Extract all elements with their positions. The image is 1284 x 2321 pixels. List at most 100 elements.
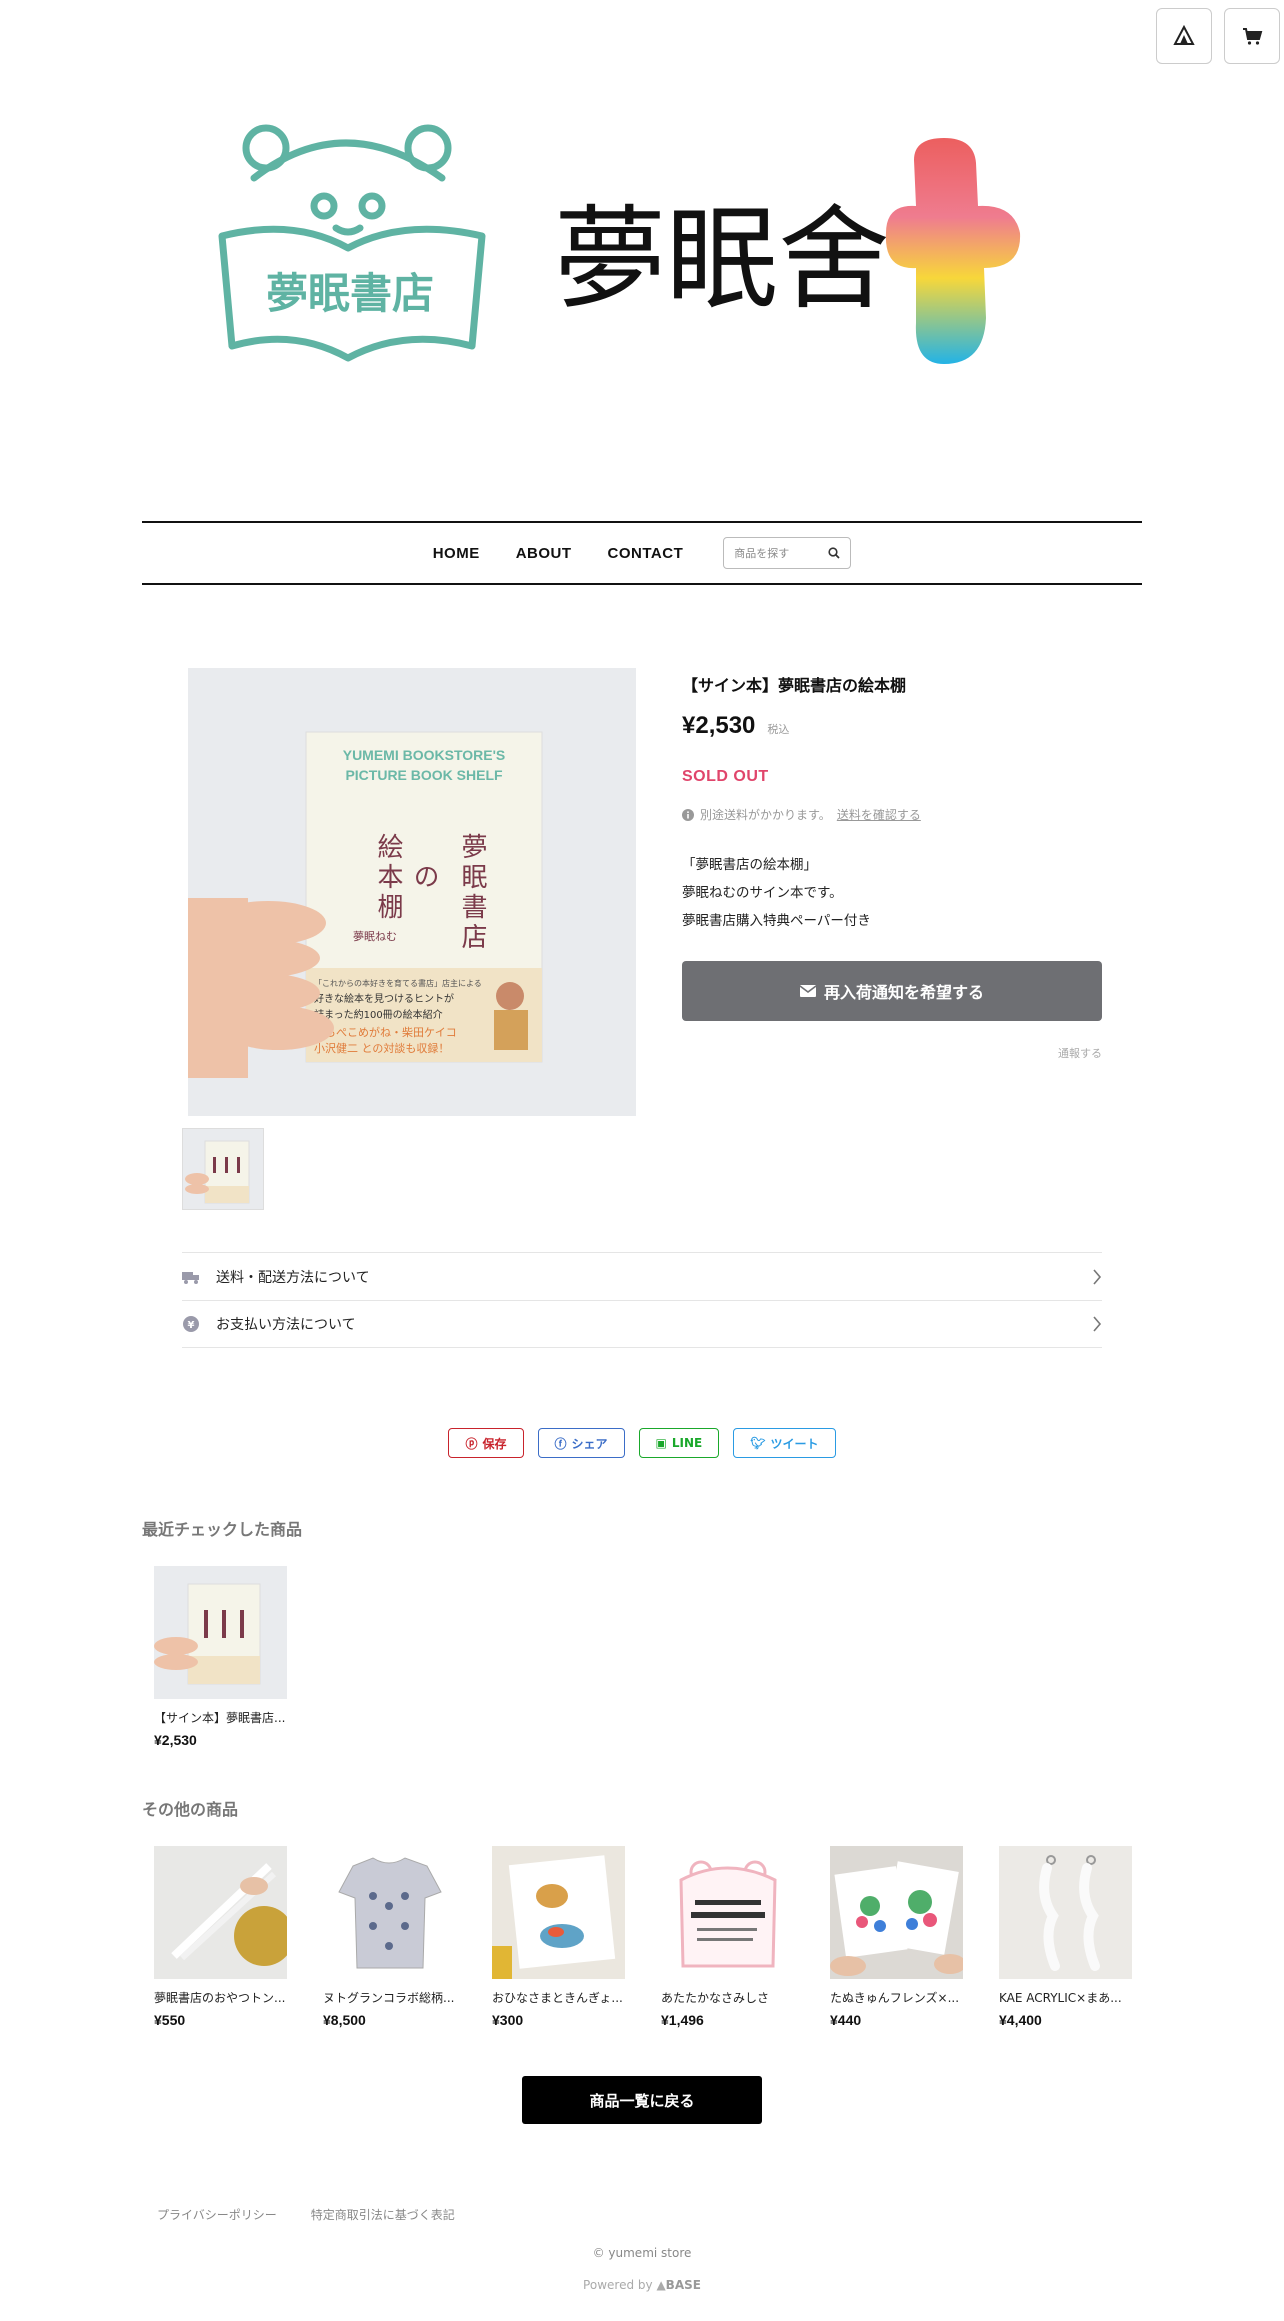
search-placeholder: 商品を探す bbox=[734, 547, 790, 560]
nav-about[interactable]: ABOUT bbox=[516, 545, 572, 562]
tax-label: 税込 bbox=[767, 723, 790, 736]
nav-contact[interactable]: CONTACT bbox=[608, 545, 684, 562]
book-band-3: 詰まった約100冊の絵本紹介 bbox=[314, 1008, 443, 1021]
twitter-label: ツイート bbox=[770, 1436, 819, 1451]
chevron-right-icon bbox=[1093, 1268, 1102, 1285]
privacy-policy-link[interactable]: プライバシーポリシー bbox=[157, 2206, 277, 2223]
product-card-name: KAE ACRYLIC×まあ... bbox=[999, 1991, 1122, 2005]
footer-links: プライバシーポリシー 特定商取引法に基づく表記 bbox=[157, 2206, 455, 2223]
pinterest-save-button[interactable]: ⓟ 保存 bbox=[448, 1428, 524, 1458]
book-en-title-1: YUMEMI BOOKSTORE'S bbox=[343, 747, 506, 763]
product-card-price: ¥4,400 bbox=[999, 2012, 1042, 2028]
envelope-icon bbox=[799, 985, 816, 997]
book-band-1: 「これからの本好きを育てる書店」店主による bbox=[314, 978, 482, 988]
product-thumbnail[interactable] bbox=[182, 1128, 264, 1210]
book-band-5: 小沢健二 との対談も収録！ bbox=[314, 1041, 449, 1055]
product-card-price: ¥8,500 bbox=[323, 2012, 366, 2028]
pinterest-label: 保存 bbox=[482, 1436, 507, 1451]
cart-button[interactable] bbox=[1224, 8, 1280, 64]
product-card-image bbox=[999, 1846, 1132, 1979]
description-line: 「夢眠書店の絵本棚」 bbox=[682, 857, 817, 873]
legal-notice-link[interactable]: 特定商取引法に基づく表記 bbox=[311, 2206, 455, 2223]
twitter-tweet-button[interactable]: 🐦︎ ツイート bbox=[733, 1428, 836, 1458]
facebook-share-button[interactable]: ⓕ シェア bbox=[537, 1428, 625, 1458]
product-card-price: ¥440 bbox=[830, 2012, 862, 2028]
product-card-name: 【サイン本】夢眠書店... bbox=[154, 1711, 286, 1725]
line-share-button[interactable]: ▣ LINE bbox=[638, 1428, 720, 1458]
base-logo-icon: ▲ bbox=[656, 2278, 666, 2292]
product-title: 【サイン本】夢眠書店の絵本棚 bbox=[682, 676, 907, 695]
powered-by-prefix: Powered by bbox=[583, 2278, 653, 2292]
twitter-icon: 🐦︎ bbox=[750, 1436, 766, 1450]
payment-info-row[interactable]: ¥ お支払い方法について bbox=[182, 1300, 1102, 1348]
line-icon: ▣ bbox=[655, 1436, 667, 1450]
product-card[interactable]: あたたかなさみしさ ¥1,496 bbox=[661, 1846, 801, 2028]
back-to-list-button[interactable]: 商品一覧に戻る bbox=[522, 2076, 762, 2124]
facebook-label: シェア bbox=[571, 1436, 608, 1451]
report-link[interactable]: 通報する bbox=[682, 1045, 1102, 1061]
shipping-note: 別途送料がかかります。 送料を確認する bbox=[682, 806, 1102, 823]
shipping-link[interactable]: 送料を確認する bbox=[837, 806, 921, 823]
search-input[interactable]: 商品を探す bbox=[723, 537, 852, 569]
copyright: © yumemi store bbox=[592, 2246, 692, 2260]
share-buttons: ⓟ 保存 ⓕ シェア ▣ LINE 🐦︎ ツイート bbox=[0, 1428, 1284, 1458]
search-icon[interactable] bbox=[828, 547, 840, 559]
description-line: 夢眠ねむのサイン本です。 bbox=[682, 885, 843, 901]
product-card-price: ¥1,496 bbox=[661, 2012, 704, 2028]
tent-icon bbox=[1173, 25, 1195, 45]
shop-info-button[interactable] bbox=[1156, 8, 1212, 64]
product-card-image bbox=[661, 1846, 794, 1979]
restock-notify-button[interactable]: 再入荷通知を希望する bbox=[682, 961, 1102, 1021]
product-card-name: 夢眠書店のおやつトン... bbox=[154, 1991, 286, 2005]
product-card-price: ¥300 bbox=[492, 2012, 524, 2028]
shop-logo[interactable]: 夢眠書店 夢眠舍 bbox=[214, 118, 1070, 378]
bear-logo-icon bbox=[218, 124, 486, 362]
product-card-price: ¥550 bbox=[154, 2012, 186, 2028]
book-jp-left: 絵本棚 bbox=[373, 833, 403, 923]
svg-text:¥: ¥ bbox=[188, 1320, 195, 1331]
info-icon bbox=[682, 808, 694, 821]
chevron-right-icon bbox=[1093, 1316, 1102, 1332]
book-jp-right: 夢眠書店 bbox=[457, 833, 487, 953]
product-card-price: ¥2,530 bbox=[154, 1732, 197, 1748]
product-main-image[interactable]: YUMEMI BOOKSTORE'S PICTURE BOOK SHELF 夢眠… bbox=[188, 668, 636, 1116]
plus-logo-icon bbox=[885, 138, 1021, 364]
cart-icon bbox=[1243, 28, 1263, 45]
powered-by-brand: BASE bbox=[665, 2278, 701, 2292]
product-card-image bbox=[830, 1846, 963, 1979]
book-band-2: 好きな絵本を見つけるヒントが bbox=[314, 992, 454, 1005]
description-line: 夢眠書店購入特典ペーパー付き bbox=[682, 913, 871, 929]
logo-badge-text: 夢眠書店 bbox=[266, 269, 434, 318]
product-price: ¥2,530 bbox=[682, 712, 756, 739]
info-accordion: 送料・配送方法について ¥ お支払い方法について bbox=[182, 1252, 1102, 1348]
payment-info-label: お支払い方法について bbox=[216, 1317, 356, 1333]
product-card[interactable]: 【サイン本】夢眠書店... ¥2,530 bbox=[154, 1566, 294, 1748]
book-jp-mid: の bbox=[409, 863, 439, 889]
shipping-info-row[interactable]: 送料・配送方法について bbox=[182, 1252, 1102, 1300]
nav-home[interactable]: HOME bbox=[433, 545, 480, 562]
product-card[interactable]: おひなさまときんぎょ... ¥300 bbox=[492, 1846, 632, 2028]
powered-by[interactable]: Powered by ▲BASE bbox=[0, 2278, 1284, 2292]
book-author: 夢眠ねむ bbox=[353, 930, 397, 943]
others-section-title: その他の商品 bbox=[142, 1800, 239, 1819]
product-description: 「夢眠書店の絵本棚」 夢眠ねむのサイン本です。 夢眠書店購入特典ペーパー付き bbox=[682, 851, 1102, 935]
product-card-image bbox=[154, 1846, 287, 1979]
pinterest-icon: ⓟ bbox=[465, 1436, 478, 1451]
product-price-row: ¥2,530 税込 bbox=[682, 712, 1102, 740]
facebook-icon: ⓕ bbox=[554, 1436, 567, 1451]
yen-icon: ¥ bbox=[182, 1315, 200, 1333]
book-cover-image: YUMEMI BOOKSTORE'S PICTURE BOOK SHELF 夢眠… bbox=[305, 731, 543, 1063]
global-nav: HOME ABOUT CONTACT 商品を探す bbox=[142, 521, 1142, 585]
product-info: 【サイン本】夢眠書店の絵本棚 ¥2,530 税込 SOLD OUT 別途送料がか… bbox=[682, 672, 1102, 1061]
recent-section-title: 最近チェックした商品 bbox=[142, 1520, 303, 1539]
product-card[interactable]: 夢眠書店のおやつトン... ¥550 bbox=[154, 1846, 294, 2028]
book-en-title-2: PICTURE BOOK SHELF bbox=[345, 767, 503, 783]
shipping-info-label: 送料・配送方法について bbox=[216, 1269, 370, 1286]
product-card[interactable]: ヌトグランコラボ総柄... ¥8,500 bbox=[323, 1846, 463, 2028]
restock-notify-label: 再入荷通知を希望する bbox=[823, 983, 984, 1002]
shipping-note-text: 別途送料がかかります。 bbox=[700, 808, 831, 822]
product-card[interactable]: KAE ACRYLIC×まあ... ¥4,400 bbox=[999, 1846, 1139, 2028]
product-card[interactable]: たぬきゅんフレンズ×... ¥440 bbox=[830, 1846, 970, 2028]
product-card-name: おひなさまときんぎょ... bbox=[492, 1991, 623, 2005]
line-label: LINE bbox=[671, 1436, 703, 1450]
